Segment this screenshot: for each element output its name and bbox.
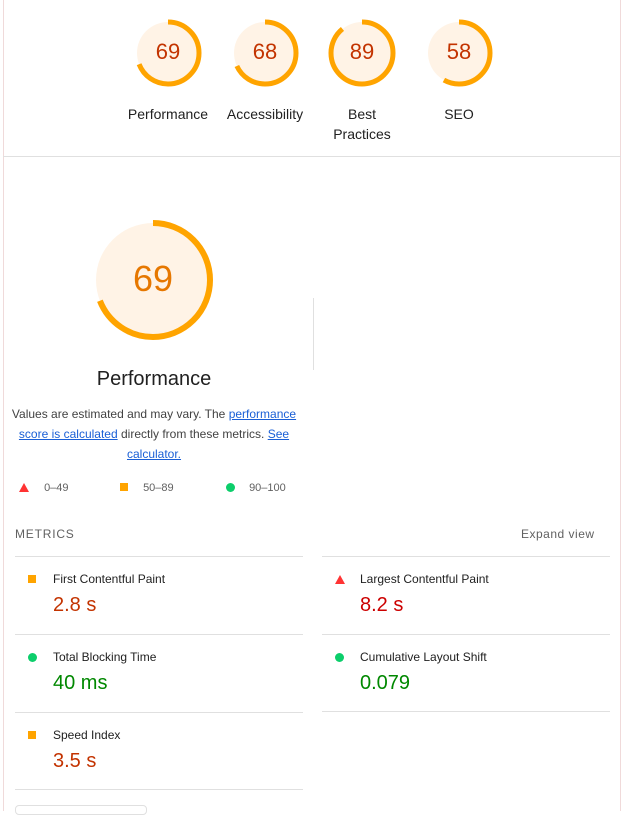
pass-circle-icon: [28, 653, 37, 662]
metric-value: 0.079: [360, 672, 411, 694]
legend-pass: 90–100: [226, 482, 286, 494]
metric-cumulative-layout-shift: Cumulative Layout Shift 0.079: [322, 634, 610, 712]
gauge-seo-label: SEO: [444, 106, 474, 122]
metric-value: 8.2 s: [360, 594, 404, 616]
legend-average-range: 50–89: [143, 482, 174, 494]
expand-view-button[interactable]: Expand view: [521, 527, 595, 541]
gauge-best-practices-score: 89: [349, 39, 375, 64]
legend-fail-range: 0–49: [44, 482, 69, 494]
performance-title: Performance: [96, 368, 212, 390]
metric-speed-index: Speed Index 3.5 s: [15, 712, 303, 790]
metric-label: Total Blocking Time: [53, 650, 157, 664]
metrics-divider: [15, 789, 303, 790]
legend-fail: 0–49: [19, 482, 69, 494]
performance-main-score: 69: [132, 258, 174, 299]
fail-triangle-icon: [19, 483, 29, 492]
metric-label: First Contentful Paint: [53, 572, 166, 586]
average-square-icon: [28, 731, 36, 739]
legend-pass-range: 90–100: [249, 482, 286, 494]
metric-label: Largest Contentful Paint: [360, 572, 489, 586]
desc-text-1: Values are estimated and may vary. The: [11, 407, 226, 421]
metric-value: 2.8 s: [53, 594, 97, 616]
average-square-icon: [28, 575, 36, 583]
gauge-best-practices-label: Best Practices: [333, 106, 391, 142]
gauge-performance-label: Performance: [127, 106, 209, 122]
metric-total-blocking-time: Total Blocking Time 40 ms: [15, 634, 303, 712]
gauge-performance[interactable]: 69 Performance: [118, 14, 218, 124]
metric-label: Speed Index: [53, 728, 121, 742]
gauge-accessibility-score: 68: [252, 39, 278, 64]
view-treemap-button[interactable]: [15, 805, 147, 815]
metric-largest-contentful-paint: Largest Contentful Paint 8.2 s: [322, 556, 610, 634]
metric-value: 3.5 s: [53, 750, 97, 772]
pass-circle-icon: [226, 483, 235, 492]
desc-text-2: directly from these metrics.: [120, 427, 265, 441]
gauge-best-practices[interactable]: 89 Best Practices: [312, 14, 412, 144]
metrics-divider: [322, 711, 610, 712]
metric-first-contentful-paint: First Contentful Paint 2.8 s: [15, 556, 303, 634]
gauge-accessibility[interactable]: 68 Accessibility: [215, 14, 315, 124]
pass-circle-icon: [335, 653, 344, 662]
fail-triangle-icon: [335, 575, 345, 584]
gauge-seo[interactable]: 58 SEO: [409, 14, 509, 124]
metric-label: Cumulative Layout Shift: [360, 650, 487, 664]
average-square-icon: [120, 483, 128, 491]
gauge-accessibility-label: Accessibility: [226, 106, 304, 122]
category-gauges-bar: 69 Performance 68 Accessibility 89 Best …: [3, 0, 621, 157]
vertical-divider: [313, 298, 314, 370]
legend-average: 50–89: [120, 482, 174, 494]
gauge-seo-score: 58: [446, 39, 472, 64]
metrics-heading: METRICS: [15, 527, 75, 541]
metric-value: 40 ms: [53, 672, 108, 694]
performance-description: Values are estimated and may vary. The p…: [10, 404, 298, 464]
gauge-performance-score: 69: [155, 39, 181, 64]
